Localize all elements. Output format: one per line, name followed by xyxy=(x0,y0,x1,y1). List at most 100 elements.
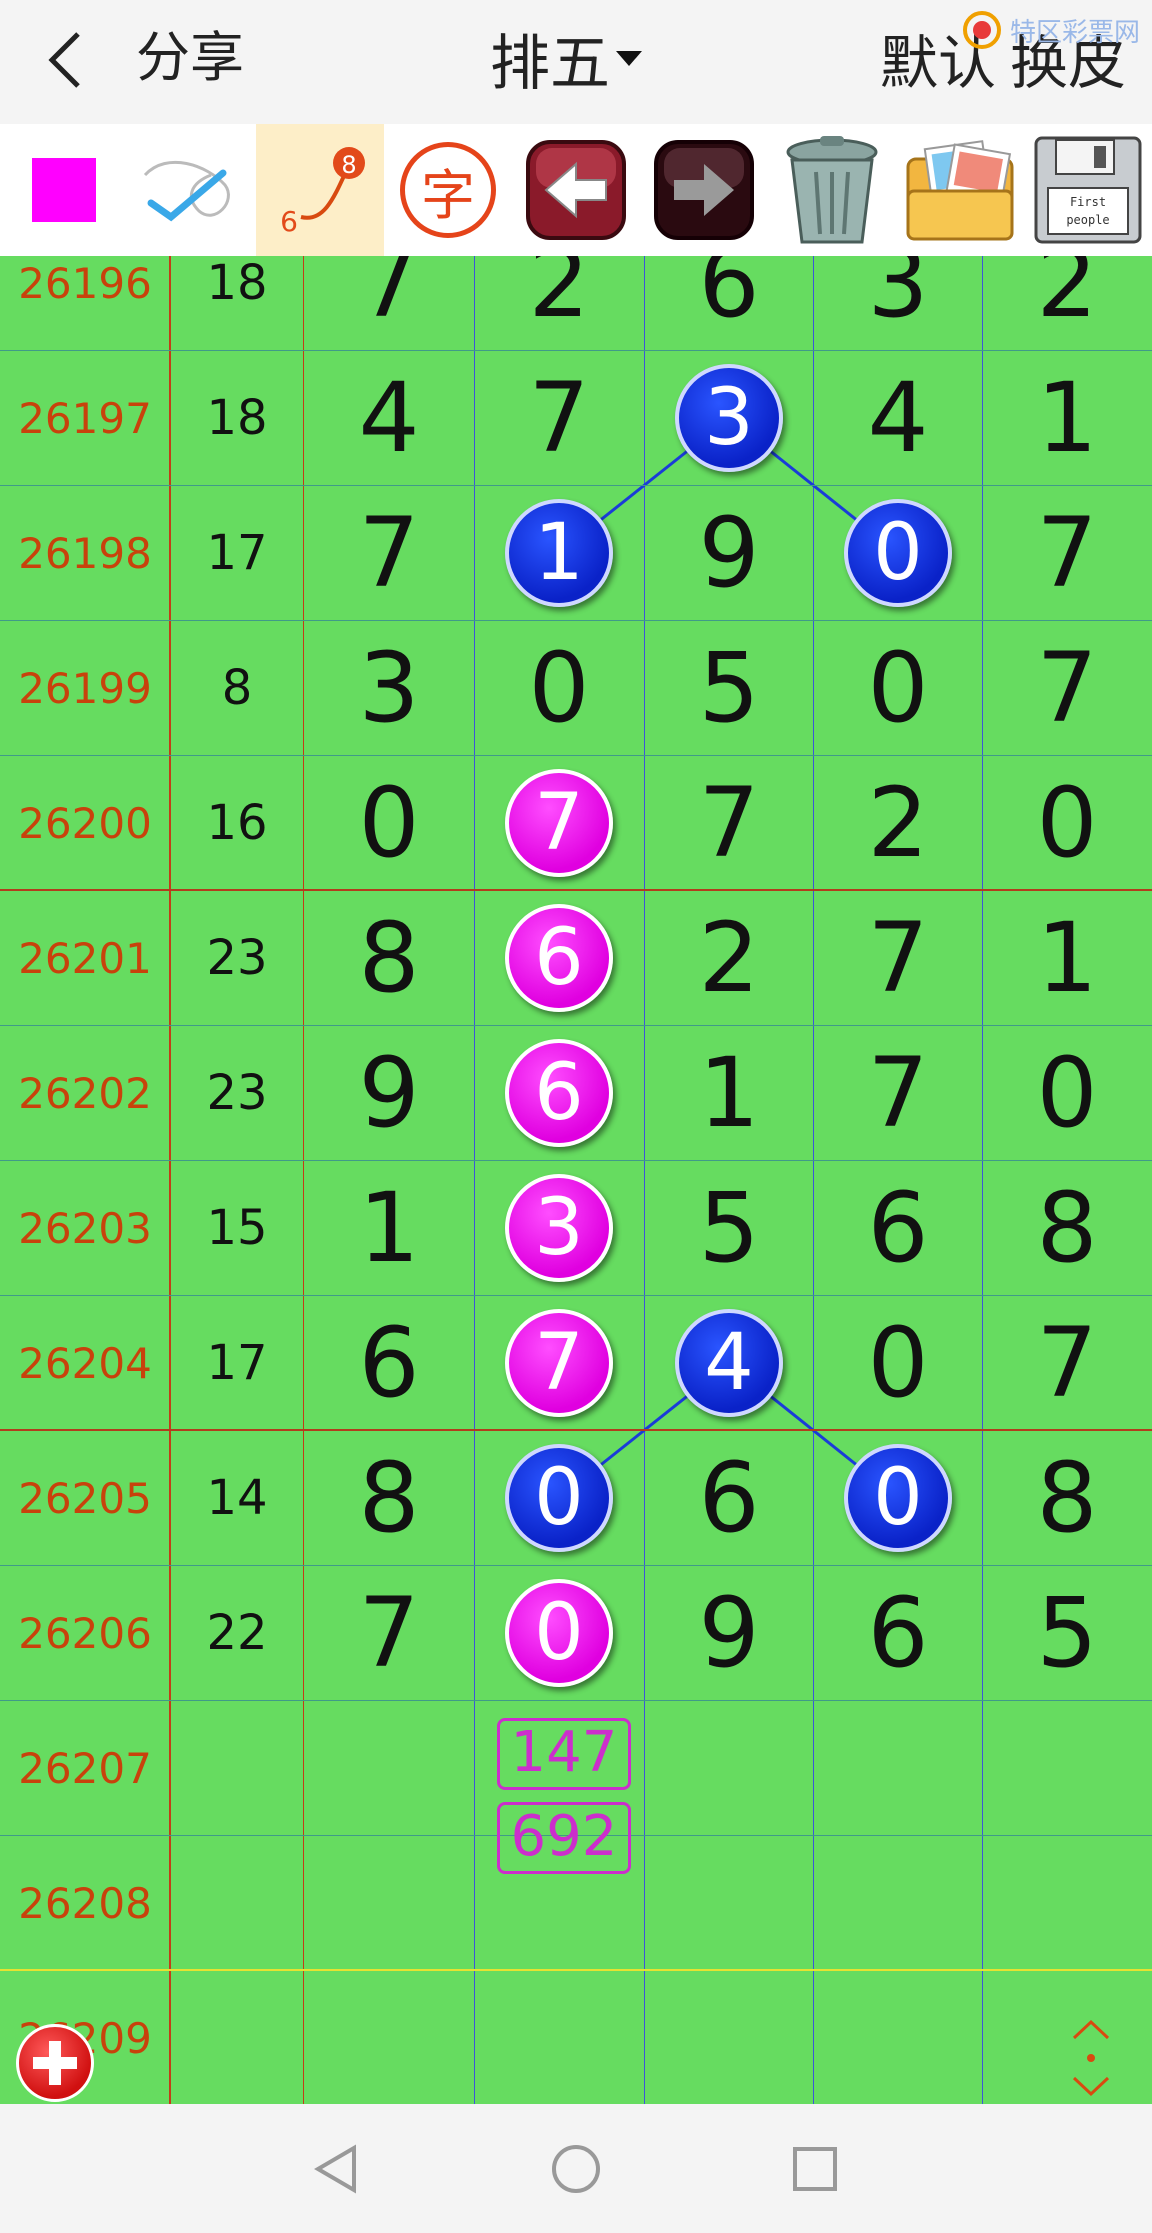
add-row-button[interactable] xyxy=(16,2024,94,2102)
blue-highlight-ball[interactable]: 4 xyxy=(675,1309,783,1417)
issue-number: 26201 xyxy=(18,934,152,983)
draw-digit[interactable]: 6 xyxy=(813,1566,983,1701)
link-tool-button[interactable]: 8 6 xyxy=(256,124,384,256)
svg-text:8: 8 xyxy=(341,151,356,179)
blue-highlight-ball[interactable]: 1 xyxy=(505,499,613,607)
draw-digit[interactable]: 2 xyxy=(813,756,983,891)
redo-button[interactable] xyxy=(640,124,768,256)
draw-digit[interactable]: 0 xyxy=(982,1026,1152,1161)
draw-digit[interactable]: 0 xyxy=(813,621,983,756)
draw-digit[interactable]: 1 xyxy=(304,1161,474,1296)
magenta-highlight-ball[interactable]: 7 xyxy=(505,1309,613,1417)
draw-digit[interactable]: 1 xyxy=(982,351,1152,486)
draw-digit[interactable]: 2 xyxy=(644,891,814,1026)
draw-digit[interactable]: 2 xyxy=(982,256,1152,351)
draw-digit[interactable]: 7 xyxy=(813,891,983,1026)
photos-button[interactable] xyxy=(896,124,1024,256)
recent-square-icon xyxy=(793,2147,837,2191)
draw-digit[interactable]: 8 xyxy=(982,1431,1152,1566)
draw-digit[interactable]: 9 xyxy=(644,486,814,621)
digit-sum: 17 xyxy=(206,525,268,581)
issue-number: 26203 xyxy=(18,1204,152,1253)
save-button[interactable]: First people xyxy=(1024,124,1152,256)
nav-back-button[interactable] xyxy=(302,2134,372,2204)
chevron-left-icon xyxy=(48,32,80,88)
issue-number: 26206 xyxy=(18,1609,152,1658)
table-row: 261971847341 xyxy=(0,351,1152,486)
draw-digit[interactable]: 7 xyxy=(304,1566,474,1701)
table-row: 26199 8 3 0 5 0 7 xyxy=(0,621,1152,756)
pen-check-icon xyxy=(143,160,230,222)
draw-digit[interactable]: 0 xyxy=(474,621,644,756)
lottery-type-selector[interactable]: 排五 xyxy=(490,18,642,99)
draw-digit[interactable]: 3 xyxy=(813,256,983,351)
blue-highlight-ball[interactable]: 0 xyxy=(844,1444,952,1552)
draw-digit[interactable]: 6 xyxy=(644,1431,814,1566)
svg-text:First: First xyxy=(1070,195,1106,209)
magenta-highlight-ball[interactable]: 7 xyxy=(505,769,613,877)
draw-digit[interactable]: 0 xyxy=(813,1296,983,1431)
system-nav-bar xyxy=(0,2104,1152,2233)
floppy-disk-icon: First people xyxy=(1034,136,1142,244)
page-title: 排五 xyxy=(490,28,610,99)
magenta-square-icon xyxy=(32,158,96,222)
draw-digit[interactable]: 7 xyxy=(813,1026,983,1161)
draw-digit[interactable]: 8 xyxy=(304,1431,474,1566)
draw-digit[interactable]: 1 xyxy=(982,891,1152,1026)
draw-digit[interactable]: 7 xyxy=(982,621,1152,756)
back-button[interactable] xyxy=(40,20,100,100)
draw-digit[interactable]: 9 xyxy=(304,1026,474,1161)
draw-digit[interactable]: 7 xyxy=(982,1296,1152,1431)
draw-digit[interactable]: 7 xyxy=(474,351,644,486)
draw-digit[interactable]: 2 xyxy=(474,256,644,351)
draw-digit[interactable]: 1 xyxy=(644,1026,814,1161)
draw-digit[interactable]: 6 xyxy=(644,256,814,351)
draw-digit[interactable]: 0 xyxy=(982,756,1152,891)
draw-digit[interactable]: 7 xyxy=(304,486,474,621)
digit-sum: 18 xyxy=(206,390,268,446)
share-button[interactable]: 分享 xyxy=(136,18,244,98)
issue-number: 26198 xyxy=(18,529,152,578)
magenta-highlight-ball[interactable]: 6 xyxy=(505,904,613,1012)
draw-digit[interactable]: 4 xyxy=(304,351,474,486)
watermark-logo-icon xyxy=(963,11,1001,49)
prediction-box[interactable]: 147 xyxy=(497,1718,631,1790)
magenta-highlight-ball[interactable]: 3 xyxy=(505,1174,613,1282)
issue-number: 26202 xyxy=(18,1069,152,1118)
draw-digit[interactable]: 5 xyxy=(644,621,814,756)
draw-digit[interactable]: 6 xyxy=(813,1161,983,1296)
draw-digit[interactable]: 5 xyxy=(644,1161,814,1296)
blue-highlight-ball[interactable]: 0 xyxy=(505,1444,613,1552)
draw-digit[interactable]: 7 xyxy=(304,256,474,351)
issue-number: 26204 xyxy=(18,1339,152,1388)
draw-digit[interactable]: 6 xyxy=(304,1296,474,1431)
draw-digit[interactable]: 3 xyxy=(304,621,474,756)
nav-home-button[interactable] xyxy=(541,2134,611,2204)
clear-button[interactable] xyxy=(768,124,896,256)
draw-digit[interactable]: 5 xyxy=(982,1566,1152,1701)
pen-tool-button[interactable] xyxy=(128,124,256,256)
draw-digit[interactable]: 8 xyxy=(304,891,474,1026)
undo-button[interactable] xyxy=(512,124,640,256)
text-tool-button[interactable]: 字 xyxy=(384,124,512,256)
issue-number: 26197 xyxy=(18,394,152,443)
color-swatch-button[interactable] xyxy=(0,124,128,256)
blue-highlight-ball[interactable]: 3 xyxy=(675,364,783,472)
draw-digit[interactable]: 7 xyxy=(644,756,814,891)
blue-highlight-ball[interactable]: 0 xyxy=(844,499,952,607)
draw-digit[interactable]: 7 xyxy=(982,486,1152,621)
magenta-highlight-ball[interactable]: 0 xyxy=(505,1579,613,1687)
nav-recents-button[interactable] xyxy=(780,2134,850,2204)
prediction-box[interactable]: 692 xyxy=(497,1802,631,1874)
drawing-toolbar: 8 6 字 First people xyxy=(0,124,1152,256)
draw-digit[interactable]: 9 xyxy=(644,1566,814,1701)
draw-digit[interactable]: 8 xyxy=(982,1161,1152,1296)
number-chart-grid[interactable]: 2619618726322619718473412619817719072619… xyxy=(0,256,1152,2104)
draw-digit[interactable]: 0 xyxy=(304,756,474,891)
magenta-highlight-ball[interactable]: 6 xyxy=(505,1039,613,1147)
scroll-toggle-button[interactable] xyxy=(1064,2016,1118,2100)
arrow-left-icon xyxy=(526,140,626,240)
digit-sum: 18 xyxy=(206,256,268,311)
draw-digit[interactable]: 4 xyxy=(813,351,983,486)
watermark-text: 特区彩票网 xyxy=(1010,18,1141,48)
